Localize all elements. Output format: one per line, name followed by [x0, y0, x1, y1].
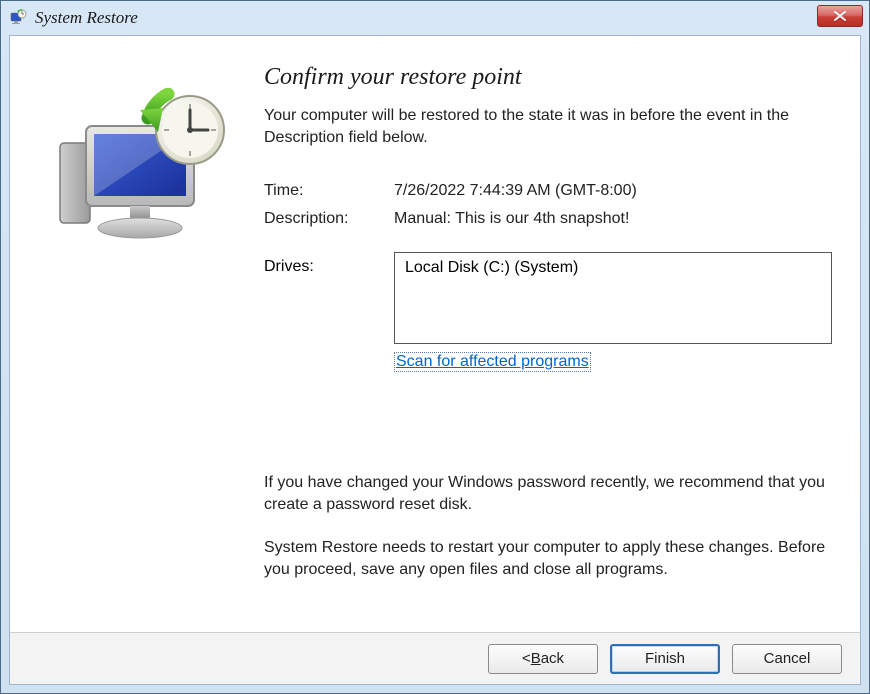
- drives-listbox[interactable]: Local Disk (C:) (System): [394, 252, 832, 344]
- description-value: Manual: This is our 4th snapshot!: [394, 210, 832, 228]
- drives-row: Drives: Local Disk (C:) (System): [264, 252, 832, 344]
- restart-warning-text: System Restore needs to restart your com…: [264, 537, 832, 580]
- warning-block: If you have changed your Windows passwor…: [264, 472, 832, 580]
- time-row: Time: 7/26/2022 7:44:39 AM (GMT-8:00): [264, 182, 832, 200]
- description-row: Description: Manual: This is our 4th sna…: [264, 210, 832, 228]
- finish-button[interactable]: Finish: [610, 644, 720, 674]
- close-button[interactable]: [817, 5, 863, 27]
- intro-text: Your computer will be restored to the st…: [264, 105, 832, 148]
- system-restore-graphic-icon: [48, 88, 238, 258]
- time-label: Time:: [264, 182, 394, 200]
- time-value: 7/26/2022 7:44:39 AM (GMT-8:00): [394, 182, 832, 200]
- drives-label: Drives:: [264, 252, 394, 344]
- close-icon: [834, 11, 846, 21]
- drive-item[interactable]: Local Disk (C:) (System): [405, 259, 821, 277]
- scan-link-row: Scan for affected programs: [394, 352, 832, 372]
- wizard-content: Confirm your restore point Your computer…: [258, 54, 832, 622]
- system-restore-window: System Restore: [0, 0, 870, 694]
- scan-affected-programs-link[interactable]: Scan for affected programs: [394, 352, 591, 372]
- wizard-graphic-pane: [28, 54, 258, 622]
- system-restore-icon: [9, 9, 27, 27]
- wizard-body: Confirm your restore point Your computer…: [10, 36, 860, 632]
- wizard-frame: Confirm your restore point Your computer…: [9, 35, 861, 685]
- password-warning-text: If you have changed your Windows passwor…: [264, 472, 832, 515]
- window-title: System Restore: [35, 8, 138, 28]
- page-heading: Confirm your restore point: [264, 64, 832, 91]
- wizard-button-bar: < Back Finish Cancel: [10, 632, 860, 684]
- back-button[interactable]: < Back: [488, 644, 598, 674]
- description-label: Description:: [264, 210, 394, 228]
- cancel-button[interactable]: Cancel: [732, 644, 842, 674]
- back-mnemonic: B: [531, 650, 541, 667]
- titlebar: System Restore: [1, 1, 869, 35]
- back-prefix: <: [522, 650, 531, 667]
- back-suffix: ack: [541, 650, 564, 667]
